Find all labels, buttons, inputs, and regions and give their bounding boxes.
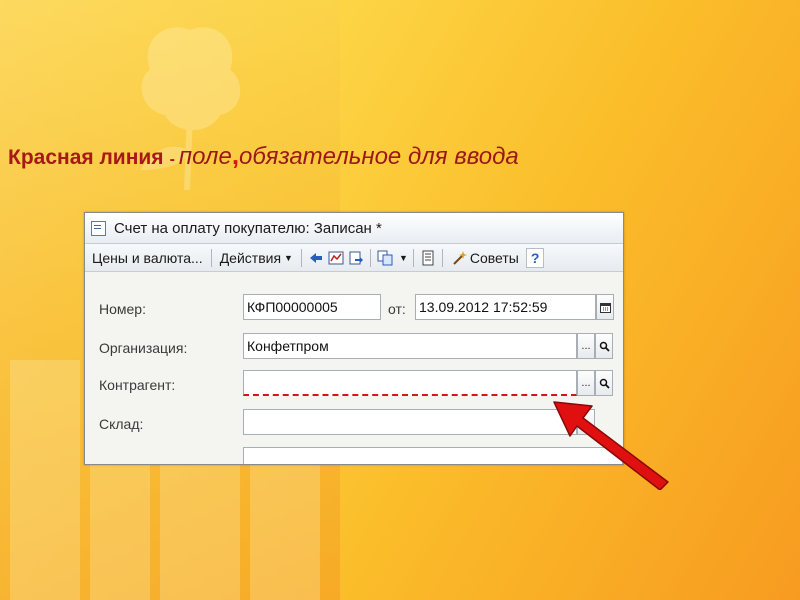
organization-open-button[interactable] [595,333,613,359]
date-from-label: от: [388,301,406,317]
actions-menu-label: Действия [219,249,282,266]
chevron-down-icon[interactable]: ▼ [399,253,408,263]
ellipsis-icon: ... [581,377,591,389]
advice-label: Советы [469,249,519,266]
window-titlebar: Счет на оплату покупателю: Записан * [85,213,623,244]
prices-currency-button[interactable]: Цены и валюта... [89,247,206,269]
print-form-button[interactable] [419,249,437,267]
date-field[interactable]: 13.09.2012 17:52:59 [415,294,596,320]
counterparty-label: Контрагент: [99,377,176,393]
number-label: Номер: [99,301,146,317]
toolbar-divider [210,248,212,267]
warehouse-field[interactable] [243,409,577,435]
ellipsis-icon: ... [581,340,591,352]
actions-menu-button[interactable]: Действия ▼ [217,247,296,269]
organization-field[interactable]: Конфетпром [243,333,577,359]
headline-red-line: Красная линия [8,146,164,169]
toolbar-divider [412,248,414,267]
magic-wand-icon [453,250,467,265]
calendar-icon [599,302,611,313]
chart-icon [328,251,344,264]
next-row-partial [85,447,623,464]
headline-comma: , [231,140,240,170]
chevron-down-icon: ▼ [284,252,293,263]
post-icon [349,251,363,264]
structure-button[interactable] [327,249,345,267]
window-title: Счет на оплату покупателю: Записан * [114,219,382,237]
create-based-on-button[interactable] [376,249,394,267]
arrow-left-icon [309,252,322,263]
counterparty-row: Контрагент: ... [85,370,623,400]
organization-select-button[interactable]: ... [577,333,595,359]
window-toolbar: Цены и валюта... Действия ▼ ▼ Советы ? [85,244,623,272]
prices-currency-label: Цены и валюта... [92,249,203,266]
magnifier-icon [599,378,610,389]
calendar-button[interactable] [596,294,614,320]
headline-field-word: поле [178,143,232,170]
post-document-button[interactable] [347,249,365,267]
document-list-icon [422,250,434,265]
document-icon [91,220,106,236]
toolbar-divider [441,248,443,267]
warehouse-label: Склад: [99,416,144,432]
invoice-window: Счет на оплату покупателю: Записан * Цен… [84,212,624,465]
help-button[interactable]: ? [525,247,545,268]
headline-dash: - [169,151,175,168]
toolbar-divider [369,248,371,267]
magnifier-icon [599,341,610,352]
red-pointer-arrow-icon [553,401,669,490]
back-arrow-button[interactable] [307,249,325,267]
headline: Красная линия - поле,обязательное для ввод… [8,140,519,171]
toolbar-divider [300,248,302,267]
copy-icon [377,250,393,265]
help-label: ? [530,249,540,266]
advice-button[interactable]: Советы [448,247,522,269]
number-row: Номер: КФП00000005 от: 13.09.2012 17:52:… [85,294,623,324]
counterparty-field[interactable] [243,370,577,396]
organization-row: Организация: Конфетпром ... [85,333,623,363]
number-field[interactable]: КФП00000005 [243,294,381,320]
warehouse-row: Склад: [85,409,623,439]
organization-label: Организация: [99,340,188,356]
headline-required-text: обязательное для ввода [239,143,519,170]
